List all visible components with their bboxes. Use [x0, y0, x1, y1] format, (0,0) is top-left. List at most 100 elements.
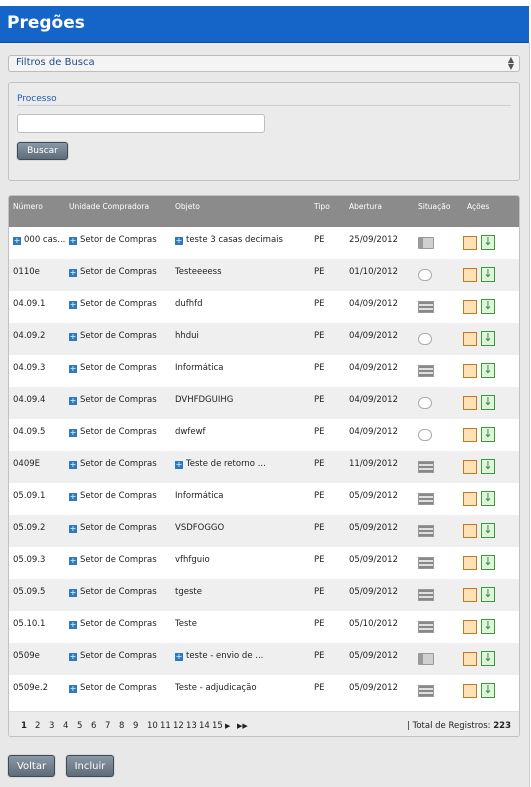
edit-icon[interactable]: [463, 588, 477, 602]
add-button[interactable]: Incluir: [66, 755, 114, 777]
cell-numero: 05.10.1: [13, 619, 46, 629]
download-icon[interactable]: ↓: [481, 427, 495, 442]
page-link[interactable]: 10: [147, 721, 158, 731]
expand-icon[interactable]: +: [69, 333, 77, 341]
expand-icon[interactable]: +: [69, 685, 77, 693]
expand-icon[interactable]: +: [69, 653, 77, 661]
expand-icon[interactable]: +: [69, 237, 77, 245]
page-link[interactable]: 14: [199, 721, 210, 731]
expand-icon[interactable]: +: [175, 461, 183, 469]
expand-icon[interactable]: +: [69, 365, 77, 373]
table-row: 05.09.2 + Setor de Compras VSDFOGGO PE 05/09/…: [9, 515, 519, 547]
expand-icon[interactable]: +: [69, 589, 77, 597]
page-link[interactable]: 3: [49, 721, 54, 731]
expand-icon[interactable]: +: [175, 237, 183, 245]
page-link[interactable]: 7: [105, 721, 110, 731]
edit-icon[interactable]: [463, 620, 477, 634]
col-tipo[interactable]: Tipo: [314, 202, 330, 211]
page-link[interactable]: 6: [91, 721, 96, 731]
expand-icon[interactable]: +: [69, 493, 77, 501]
download-icon[interactable]: ↓: [481, 555, 495, 570]
last-page-icon[interactable]: ▶▶: [237, 722, 248, 730]
next-page-icon[interactable]: ▶: [225, 722, 230, 730]
expand-icon[interactable]: +: [69, 269, 77, 277]
edit-icon[interactable]: [463, 364, 477, 378]
cell-objeto: DVHFDGUIHG: [175, 395, 234, 405]
table-row: 04.09.2 + Setor de Compras hhdui PE 04/09/201…: [9, 323, 519, 355]
expand-icon[interactable]: +: [69, 429, 77, 437]
divider: [17, 105, 511, 106]
download-icon[interactable]: ↓: [481, 459, 495, 474]
col-numero[interactable]: Número: [13, 202, 43, 211]
edit-icon[interactable]: [463, 236, 477, 250]
page-link[interactable]: 1: [21, 721, 27, 731]
page-link[interactable]: 8: [119, 721, 124, 731]
edit-icon[interactable]: [463, 524, 477, 538]
expand-icon[interactable]: +: [175, 653, 183, 661]
col-unidade[interactable]: Unidade Compradora: [69, 202, 149, 211]
page-link[interactable]: 12: [173, 721, 184, 731]
page-link[interactable]: 2: [35, 721, 40, 731]
col-objeto[interactable]: Objeto: [175, 202, 200, 211]
download-icon[interactable]: ↓: [481, 587, 495, 602]
cell-tipo: PE: [314, 331, 325, 341]
processo-input[interactable]: [17, 114, 265, 133]
download-icon[interactable]: ↓: [481, 363, 495, 378]
expand-icon[interactable]: +: [69, 461, 77, 469]
filters-toggle[interactable]: Filtros de Busca ▲ ▼: [8, 55, 520, 72]
edit-icon[interactable]: [463, 492, 477, 506]
status-icon: [418, 237, 434, 249]
expand-icon[interactable]: +: [69, 301, 77, 309]
table-row: 0409E + Setor de Compras + Teste de retorno …: [9, 451, 519, 483]
download-icon[interactable]: ↓: [481, 267, 495, 282]
download-icon[interactable]: ↓: [481, 331, 495, 346]
edit-icon[interactable]: [463, 396, 477, 410]
edit-icon[interactable]: [463, 460, 477, 474]
download-icon[interactable]: ↓: [481, 235, 495, 250]
table-row: 0509e.2 + Setor de Compras Teste - adjudica…: [9, 675, 519, 707]
cell-unidade: + Setor de Compras: [69, 363, 157, 373]
cell-unidade: + Setor de Compras: [69, 587, 157, 597]
search-button[interactable]: Buscar: [17, 142, 68, 160]
download-icon[interactable]: ↓: [481, 619, 495, 634]
download-icon[interactable]: ↓: [481, 683, 495, 698]
edit-icon[interactable]: [463, 652, 477, 666]
cell-tipo: PE: [314, 619, 325, 629]
cell-tipo: PE: [314, 555, 325, 565]
edit-icon[interactable]: [463, 268, 477, 282]
download-icon[interactable]: ↓: [481, 651, 495, 666]
download-icon[interactable]: ↓: [481, 523, 495, 538]
edit-icon[interactable]: [463, 684, 477, 698]
page-link[interactable]: 4: [63, 721, 68, 731]
cell-unidade: + Setor de Compras: [69, 523, 157, 533]
page-link[interactable]: 15: [212, 721, 223, 731]
page-link[interactable]: 9: [133, 721, 138, 731]
cell-abertura: 04/09/2012: [349, 427, 398, 437]
page-link[interactable]: 13: [186, 721, 197, 731]
back-button[interactable]: Voltar: [8, 755, 55, 777]
download-icon[interactable]: ↓: [481, 299, 495, 314]
page-link[interactable]: 5: [77, 721, 82, 731]
cell-objeto: tgeste: [175, 587, 202, 597]
expand-icon[interactable]: +: [13, 237, 21, 245]
expand-icon[interactable]: +: [69, 557, 77, 565]
expand-icon[interactable]: +: [69, 525, 77, 533]
status-icon: [418, 397, 432, 409]
edit-icon[interactable]: [463, 332, 477, 346]
status-icon: [418, 589, 434, 601]
table-row: 0110e + Setor de Compras Testeeeess PE 01/10/…: [9, 259, 519, 291]
table-row: +000 cas... + Setor de Compras + teste 3 cas…: [9, 227, 519, 259]
edit-icon[interactable]: [463, 300, 477, 314]
download-icon[interactable]: ↓: [481, 491, 495, 506]
page-link[interactable]: 11: [160, 721, 171, 731]
cell-objeto: + Teste de retorno ...: [175, 459, 266, 469]
edit-icon[interactable]: [463, 428, 477, 442]
cell-numero: 05.09.1: [13, 491, 46, 501]
search-panel: Processo Buscar: [8, 82, 520, 181]
download-icon[interactable]: ↓: [481, 395, 495, 410]
cell-unidade: + Setor de Compras: [69, 619, 157, 629]
expand-icon[interactable]: +: [69, 621, 77, 629]
col-abertura[interactable]: Abertura: [349, 202, 382, 211]
edit-icon[interactable]: [463, 556, 477, 570]
expand-icon[interactable]: +: [69, 397, 77, 405]
